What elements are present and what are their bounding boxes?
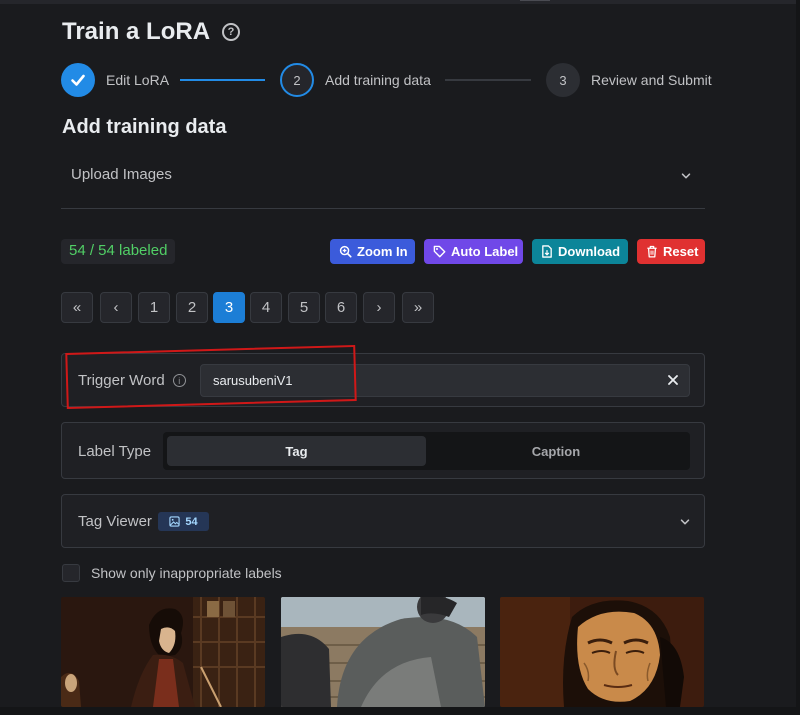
step-edit-lora[interactable]: Edit LoRA bbox=[61, 63, 169, 97]
label-type-caption-option[interactable]: Caption bbox=[426, 436, 686, 466]
download-label: Download bbox=[558, 244, 621, 259]
upload-images-accordion[interactable]: Upload Images bbox=[61, 142, 705, 209]
page-button[interactable]: 2 bbox=[176, 292, 208, 323]
reset-label: Reset bbox=[663, 244, 699, 259]
step-label: Edit LoRA bbox=[106, 72, 170, 88]
step-label: Add training data bbox=[325, 72, 431, 88]
window-right-edge bbox=[796, 0, 800, 715]
page-header: Train a LoRA ? bbox=[62, 18, 241, 46]
section-title: Add training data bbox=[62, 116, 227, 138]
old-man-portrait-image: ~ bbox=[500, 597, 704, 707]
download-button[interactable]: Download bbox=[532, 239, 628, 264]
step-add-training-data[interactable]: 2 Add training data bbox=[280, 63, 431, 97]
inappropriate-labels-label: Show only inappropriate labels bbox=[91, 565, 282, 581]
zoom-in-icon bbox=[339, 245, 352, 258]
label-type-tag-option[interactable]: Tag bbox=[167, 436, 426, 466]
check-icon bbox=[61, 63, 95, 97]
training-image-thumbnail[interactable] bbox=[281, 597, 485, 707]
trigger-word-input[interactable] bbox=[200, 364, 690, 397]
labeled-status-badge: 54 / 54 labeled bbox=[61, 239, 175, 264]
trigger-word-label: Trigger Word bbox=[78, 372, 165, 389]
chevron-down-icon bbox=[680, 519, 690, 525]
file-download-icon bbox=[542, 245, 552, 258]
page-button[interactable]: 1 bbox=[138, 292, 170, 323]
upload-images-label: Upload Images bbox=[71, 166, 172, 183]
image-icon bbox=[169, 516, 181, 527]
first-page-button[interactable]: « bbox=[61, 292, 93, 323]
clear-icon[interactable] bbox=[666, 373, 680, 387]
training-image-thumbnail[interactable]: ~ bbox=[500, 597, 704, 707]
window-bottom-edge bbox=[0, 707, 800, 715]
next-page-button[interactable]: › bbox=[363, 292, 395, 323]
last-page-button[interactable]: » bbox=[402, 292, 434, 323]
step-review-submit[interactable]: 3 Review and Submit bbox=[546, 63, 712, 97]
window-top-strip bbox=[0, 0, 800, 4]
step-number: 2 bbox=[280, 63, 314, 97]
wrestler-scene-image bbox=[281, 597, 485, 707]
trigger-word-card: Trigger Word i bbox=[61, 353, 705, 407]
tag-count-badge: 54 bbox=[158, 512, 209, 531]
tag-viewer-accordion[interactable]: Tag Viewer 54 bbox=[61, 494, 705, 548]
page-title: Train a LoRA bbox=[62, 18, 211, 45]
label-type-segmented-control: Tag Caption bbox=[163, 432, 690, 470]
page-button[interactable]: 5 bbox=[288, 292, 320, 323]
tag-count: 54 bbox=[185, 515, 198, 528]
training-image-thumbnail[interactable] bbox=[61, 597, 265, 707]
zoom-in-button[interactable]: Zoom In bbox=[330, 239, 415, 264]
svg-text:~: ~ bbox=[502, 597, 507, 601]
page-button[interactable]: 4 bbox=[250, 292, 282, 323]
zoom-in-label: Zoom In bbox=[357, 244, 408, 259]
step-label: Review and Submit bbox=[591, 72, 712, 88]
info-icon[interactable]: i bbox=[172, 374, 186, 387]
tag-icon bbox=[433, 245, 446, 258]
prev-page-button[interactable]: ‹ bbox=[100, 292, 132, 323]
page-button[interactable]: 6 bbox=[325, 292, 357, 323]
stepper: Edit LoRA 2 Add training data 3 Review a… bbox=[61, 63, 712, 97]
inappropriate-labels-checkbox[interactable] bbox=[62, 564, 80, 582]
auto-label-label: Auto Label bbox=[451, 244, 519, 259]
page-button-current[interactable]: 3 bbox=[213, 292, 245, 323]
step-number: 3 bbox=[546, 63, 580, 97]
tag-viewer-label: Tag Viewer bbox=[78, 513, 152, 530]
step-connector-pending bbox=[445, 79, 531, 81]
geisha-scene-image bbox=[61, 597, 265, 707]
chevron-down-icon bbox=[681, 173, 691, 179]
label-type-card: Label Type Tag Caption bbox=[61, 422, 705, 479]
trash-icon bbox=[647, 245, 657, 258]
step-connector-completed bbox=[180, 79, 265, 81]
label-type-label: Label Type bbox=[78, 443, 152, 460]
auto-label-button[interactable]: Auto Label bbox=[424, 239, 523, 264]
reset-button[interactable]: Reset bbox=[637, 239, 705, 264]
question-circle-icon[interactable]: ? bbox=[222, 23, 241, 41]
trigger-word-label-group: Trigger Word i bbox=[78, 372, 186, 389]
